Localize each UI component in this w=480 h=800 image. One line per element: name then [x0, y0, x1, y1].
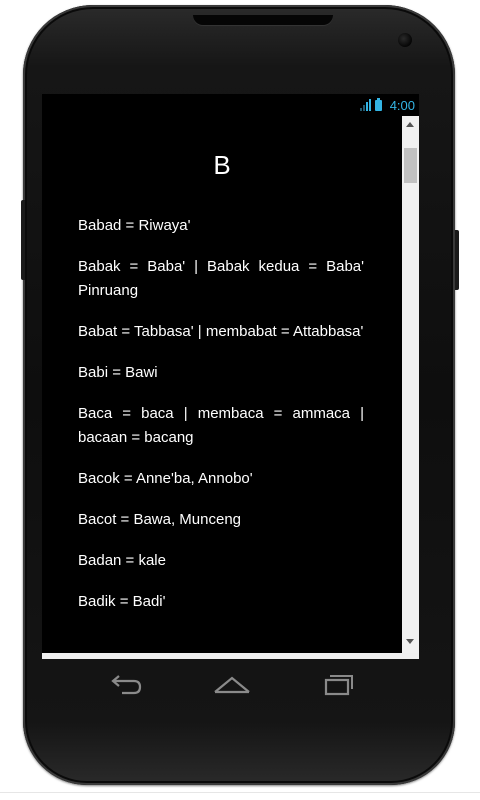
list-item: Babak = Baba' | Babak kedua = Baba' Pinr…: [78, 258, 364, 299]
list-item: Babi = Bawi: [78, 364, 158, 381]
page-baseline: [0, 792, 480, 793]
volume-button: [21, 200, 25, 280]
scroll-up-arrow-icon[interactable]: [406, 122, 414, 127]
speaker-grille: [193, 15, 333, 25]
back-button[interactable]: [100, 667, 150, 701]
recent-apps-button[interactable]: [314, 667, 364, 701]
list-item: Baca = baca | membaca = ammaca | bacaan …: [78, 405, 364, 446]
section-title: B: [213, 150, 231, 180]
status-time: 4:00: [389, 97, 415, 113]
app-screen: B Babad = Riwaya' Babak = Baba' | Babak …: [42, 116, 419, 653]
vertical-scrollbar[interactable]: [402, 116, 419, 653]
camera-icon: [398, 33, 412, 47]
home-button[interactable]: [207, 667, 257, 701]
back-icon: [111, 675, 142, 695]
list-item: Bacok = Anne'ba, Annobo': [78, 470, 253, 487]
home-icon: [214, 676, 250, 694]
list-item: Badan = kale: [78, 552, 166, 569]
list-item: Badik = Badi': [78, 593, 166, 610]
navigation-bar: [42, 659, 419, 709]
scrollbar-thumb[interactable]: [404, 148, 417, 183]
signal-icon: [359, 99, 371, 111]
scroll-down-arrow-icon[interactable]: [406, 639, 414, 644]
list-item: Babat = Tabbasa' | membabat = Attabbasa': [78, 323, 364, 340]
status-bar: 4:00: [42, 94, 419, 116]
power-button: [455, 230, 459, 290]
list-item: Bacot = Bawa, Munceng: [78, 511, 242, 528]
recent-apps-icon: [324, 675, 353, 696]
battery-icon: [374, 97, 382, 111]
list-item: Babad = Riwaya': [78, 217, 191, 234]
dictionary-content[interactable]: B Babad = Riwaya' Babak = Baba' | Babak …: [42, 116, 402, 653]
entry-list: Babad = Riwaya' Babak = Baba' | Babak ke…: [78, 214, 364, 631]
